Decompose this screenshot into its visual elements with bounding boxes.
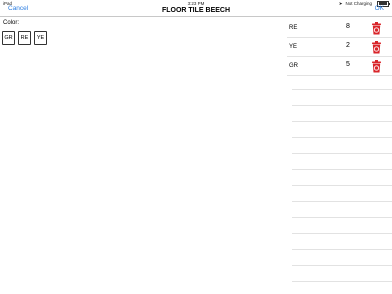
empty-row-divider — [292, 265, 392, 266]
empty-row-divider — [292, 105, 392, 106]
list-item[interactable]: YE 2 — [287, 38, 392, 57]
page-title: FLOOR TILE BEECH — [161, 7, 231, 14]
list-item-label: RE — [289, 25, 298, 31]
trash-icon[interactable] — [371, 60, 382, 73]
empty-row-divider — [292, 185, 392, 186]
empty-row-divider — [292, 169, 392, 170]
empty-row-divider — [292, 201, 392, 202]
color-label: Color: — [3, 20, 20, 26]
ok-button[interactable]: OK — [375, 4, 384, 13]
color-chip-re[interactable]: RE — [18, 31, 31, 45]
list-item-quantity: 2 — [346, 42, 350, 49]
empty-row-divider — [292, 281, 392, 282]
empty-row-divider — [292, 233, 392, 234]
color-chip-ye[interactable]: YE — [34, 31, 47, 45]
empty-row-divider — [292, 217, 392, 218]
list-item[interactable]: GR 5 — [287, 57, 392, 76]
empty-row-divider — [292, 137, 392, 138]
selection-list: RE 8 YE 2 GR 5 — [287, 19, 392, 294]
trash-icon[interactable] — [371, 22, 382, 35]
list-item-quantity: 8 — [346, 23, 350, 30]
list-item-quantity: 5 — [346, 61, 350, 68]
trash-icon[interactable] — [371, 41, 382, 54]
empty-row-divider — [292, 249, 392, 250]
empty-row-divider — [292, 153, 392, 154]
list-item[interactable]: RE 8 — [287, 19, 392, 38]
navigation-bar: Cancel FLOOR TILE BEECH OK — [0, 4, 392, 17]
list-item-label: GR — [289, 63, 298, 69]
color-chips: GR RE YE — [2, 31, 47, 45]
empty-row-divider — [292, 89, 392, 90]
empty-row-divider — [292, 121, 392, 122]
list-item-label: YE — [289, 44, 298, 50]
color-chip-gr[interactable]: GR — [2, 31, 15, 45]
